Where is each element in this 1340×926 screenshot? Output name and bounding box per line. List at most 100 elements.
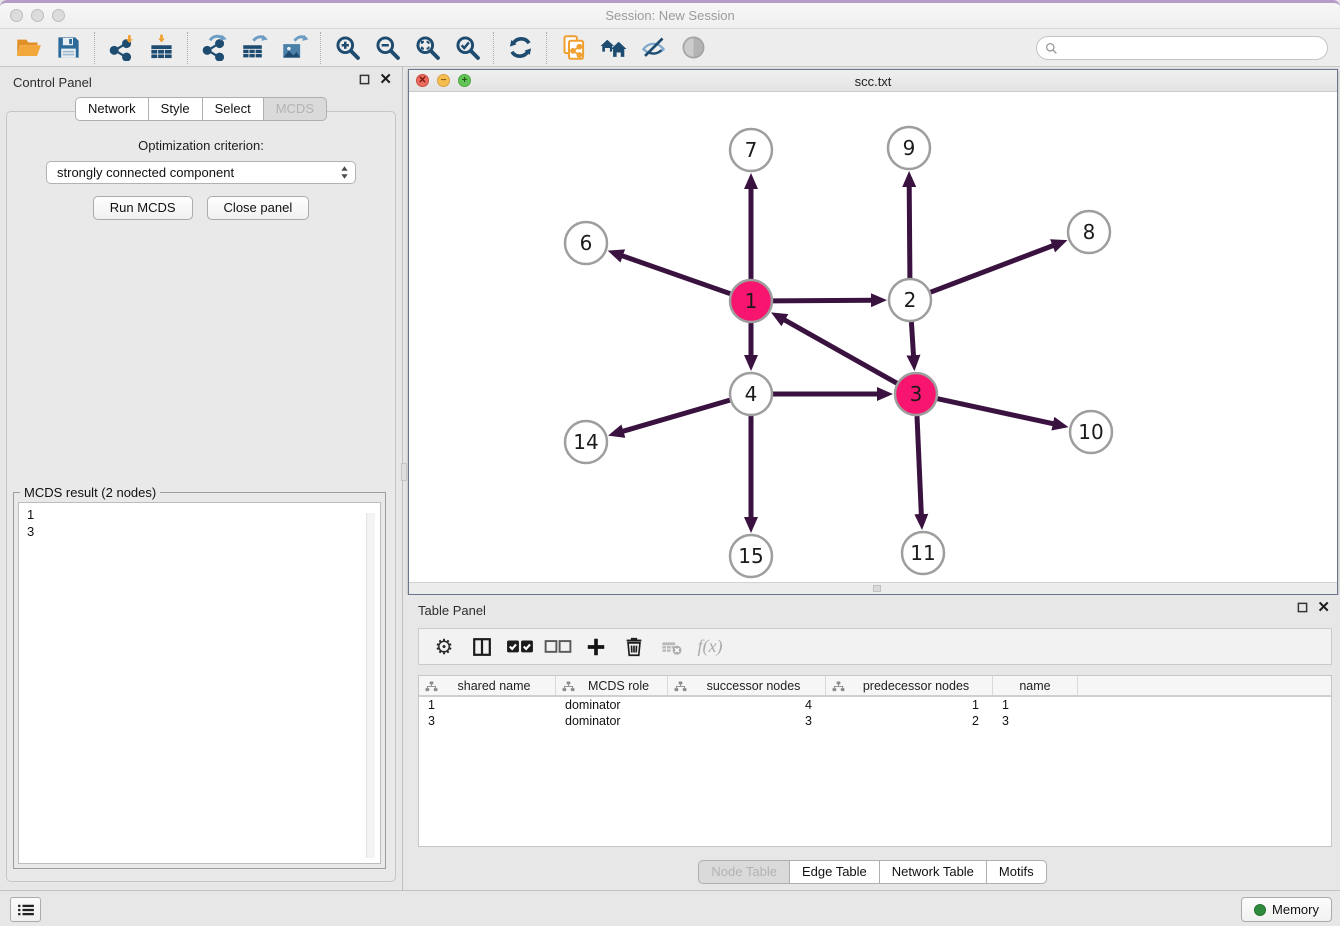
table-cell[interactable]: 3 — [993, 713, 1078, 729]
column-header-shared-name[interactable]: shared name — [419, 676, 556, 695]
column-header-name[interactable]: name — [993, 676, 1078, 695]
optimization-criterion-label: Optimization criterion: — [7, 138, 395, 153]
import-network-icon[interactable] — [101, 32, 141, 64]
table-cell[interactable]: 1 — [419, 697, 556, 713]
network-view-window: ✕ − + scc.txt 1 2 3 4 6 7 8 9 10 11 14 15 — [408, 69, 1338, 595]
criterion-dropdown[interactable]: strongly connected component — [46, 161, 356, 184]
app-title: Session: New Session — [0, 8, 1340, 23]
node-1[interactable]: 1 — [730, 280, 772, 322]
edge-2-8[interactable] — [931, 245, 1055, 292]
close-panel-button[interactable]: Close panel — [207, 196, 310, 220]
export-image-icon[interactable] — [274, 32, 314, 64]
table-cell[interactable]: 1 — [993, 697, 1078, 713]
export-network-icon[interactable] — [194, 32, 234, 64]
refresh-view-icon[interactable] — [500, 32, 540, 64]
mcds-result-fieldset: MCDS result (2 nodes) 13 — [13, 492, 386, 869]
search-icon — [1045, 42, 1058, 55]
close-panel-icon[interactable]: ✕ — [379, 74, 392, 85]
vertical-splitter-grip[interactable] — [401, 463, 407, 481]
table-row[interactable]: 1dominator411 — [419, 697, 1331, 713]
tab-node-table[interactable]: Node Table — [698, 860, 789, 884]
attribute-tree-icon — [425, 681, 438, 692]
criterion-value: strongly connected component — [57, 165, 234, 180]
toolbar-separator — [94, 32, 95, 64]
table-cell[interactable]: 3 — [419, 713, 556, 729]
select-all-columns-icon[interactable] — [503, 632, 537, 662]
search-input[interactable] — [1064, 41, 1319, 56]
edge-1-6[interactable] — [621, 255, 730, 293]
float-panel-icon[interactable] — [359, 74, 370, 85]
memory-button[interactable]: Memory — [1241, 897, 1332, 922]
edge-3-1[interactable] — [783, 319, 897, 383]
tab-edge-table[interactable]: Edge Table — [789, 860, 879, 884]
table-cell[interactable]: 4 — [668, 697, 826, 713]
zoom-selected-icon[interactable] — [447, 32, 487, 64]
table-cell[interactable]: 2 — [826, 713, 993, 729]
column-header-predecessor-nodes[interactable]: predecessor nodes — [826, 676, 993, 695]
network-window-title: scc.txt — [409, 74, 1337, 89]
open-session-icon[interactable] — [8, 32, 48, 64]
deselect-all-columns-icon[interactable] — [541, 632, 575, 662]
node-2[interactable]: 2 — [889, 279, 931, 321]
network-canvas[interactable]: 1 2 3 4 6 7 8 9 10 11 14 15 — [409, 92, 1337, 582]
table-row[interactable]: 3dominator323 — [419, 713, 1331, 729]
node-6[interactable]: 6 — [565, 222, 607, 264]
node-15[interactable]: 15 — [730, 535, 772, 577]
result-scrollbar[interactable] — [366, 513, 375, 858]
table-panel-header: Table Panel ✕ — [405, 595, 1340, 625]
edge-1-2[interactable] — [773, 300, 873, 301]
node-10[interactable]: 10 — [1070, 411, 1112, 453]
column-options-icon[interactable] — [465, 632, 499, 662]
import-table-icon[interactable] — [141, 32, 181, 64]
node-11[interactable]: 11 — [902, 532, 944, 574]
tab-network[interactable]: Network — [75, 97, 148, 121]
tab-mcds[interactable]: MCDS — [263, 97, 327, 121]
column-header-mcds-role[interactable]: MCDS role — [556, 676, 668, 695]
attribute-tree-icon — [674, 681, 687, 692]
edge-3-10[interactable] — [938, 399, 1055, 424]
node-9[interactable]: 9 — [888, 127, 930, 169]
home-view-icon[interactable] — [593, 32, 633, 64]
table-cell[interactable]: dominator — [556, 713, 668, 729]
network-window-titlebar[interactable]: ✕ − + scc.txt — [409, 70, 1337, 92]
node-4[interactable]: 4 — [730, 373, 772, 415]
run-mcds-button[interactable]: Run MCDS — [93, 196, 193, 220]
node-7[interactable]: 7 — [730, 129, 772, 171]
mcds-result-list[interactable]: 13 — [18, 502, 381, 864]
node-label: 1 — [745, 289, 758, 313]
hide-selected-icon[interactable] — [633, 32, 673, 64]
zoom-in-icon[interactable] — [327, 32, 367, 64]
tab-select[interactable]: Select — [202, 97, 263, 121]
node-3[interactable]: 3 — [895, 373, 937, 415]
tab-motifs[interactable]: Motifs — [986, 860, 1047, 884]
save-session-icon[interactable] — [48, 32, 88, 64]
edge-4-14[interactable] — [622, 400, 730, 432]
tab-style[interactable]: Style — [148, 97, 202, 121]
column-header-successor-nodes[interactable]: successor nodes — [668, 676, 826, 695]
close-table-panel-icon[interactable]: ✕ — [1317, 602, 1330, 613]
edge-2-3[interactable] — [911, 322, 913, 357]
edge-2-9[interactable] — [909, 185, 910, 278]
export-table-icon[interactable] — [234, 32, 274, 64]
search-box[interactable] — [1036, 36, 1328, 60]
table-settings-icon[interactable]: ⚙ — [427, 632, 461, 662]
node-14[interactable]: 14 — [565, 421, 607, 463]
toolbar-separator — [493, 32, 494, 64]
zoom-out-icon[interactable] — [367, 32, 407, 64]
float-table-panel-icon[interactable] — [1297, 602, 1308, 613]
list-icon — [17, 903, 35, 917]
node-8[interactable]: 8 — [1068, 211, 1110, 253]
table-cell[interactable]: 3 — [668, 713, 826, 729]
delete-column-icon[interactable] — [617, 632, 651, 662]
table-panel: Table Panel ✕ ⚙f(x) shared nameMCDS role… — [405, 595, 1340, 890]
table-cell[interactable]: dominator — [556, 697, 668, 713]
task-history-button[interactable] — [10, 897, 41, 922]
add-column-icon[interactable] — [579, 632, 613, 662]
edge-3-11[interactable] — [917, 416, 921, 516]
control-panel-header: Control Panel ✕ — [0, 67, 402, 97]
splitter-grip[interactable] — [873, 585, 881, 592]
zoom-fit-icon[interactable] — [407, 32, 447, 64]
tab-network-table[interactable]: Network Table — [879, 860, 986, 884]
table-cell[interactable]: 1 — [826, 697, 993, 713]
clone-network-icon[interactable] — [553, 32, 593, 64]
